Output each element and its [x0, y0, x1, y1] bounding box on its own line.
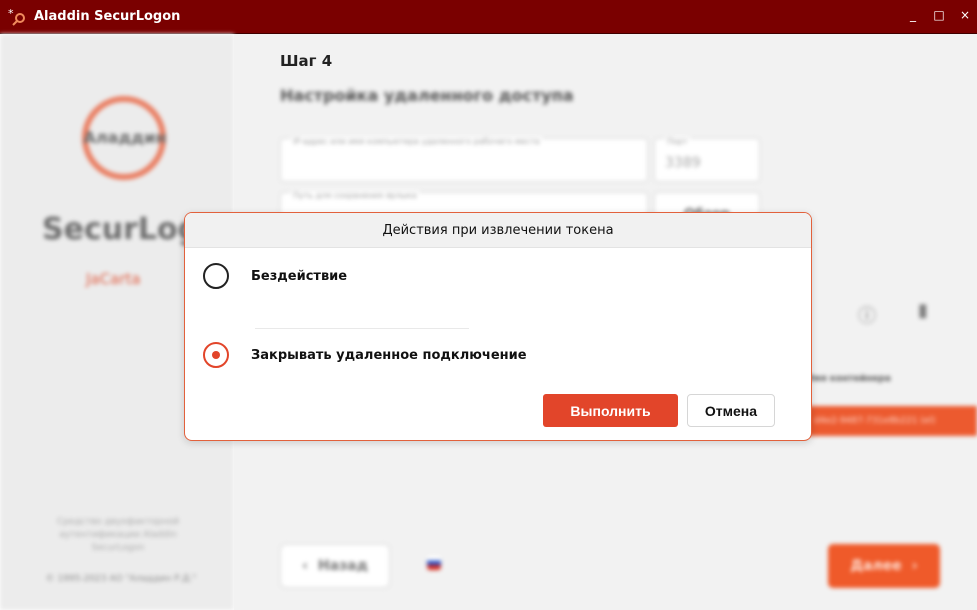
host-field-label: IP-адрес или имя компьютера удаленного р…: [291, 137, 542, 146]
dialog-title: Действия при извлечении токена: [185, 213, 811, 248]
container-column-header: Имя контейнера: [806, 374, 891, 384]
radio-selected-dot-icon: [212, 351, 220, 359]
svg-text:*: *: [8, 7, 14, 20]
back-button[interactable]: ‹ Назад: [280, 544, 390, 588]
next-button[interactable]: Далее ›: [828, 544, 940, 588]
radio-close-connection[interactable]: [203, 342, 229, 368]
option-idle-label: Бездействие: [251, 268, 348, 284]
sidebar-footer-text: Средство двухфакторной аутентификации Al…: [56, 517, 180, 553]
brand-logo-text: Аладдин: [83, 128, 167, 147]
token-removal-dialog: Действия при извлечении токена Бездейств…: [184, 212, 812, 441]
app-logo-icon: *: [8, 7, 28, 27]
token-icon[interactable]: ▮: [918, 300, 928, 321]
product-subtitle: JaCarta: [86, 270, 141, 288]
cancel-button[interactable]: Отмена: [687, 394, 775, 427]
minimize-button[interactable]: _: [907, 8, 919, 22]
chevron-left-icon: ‹: [302, 558, 308, 574]
next-button-label: Далее: [850, 558, 902, 574]
path-field-label: Путь для сохранения ярлыка: [291, 191, 419, 200]
step-title: Шаг 4: [280, 52, 333, 70]
host-field[interactable]: IP-адрес или имя компьютера удаленного р…: [280, 137, 648, 182]
page-heading: Настройка удаленного доступа: [280, 86, 574, 105]
language-flag-icon[interactable]: [427, 556, 441, 570]
option-divider: [255, 328, 469, 329]
port-field[interactable]: Порт 3389: [654, 137, 760, 182]
back-button-label: Назад: [317, 558, 368, 574]
port-field-value: 3389: [665, 155, 701, 171]
option-close-connection[interactable]: Закрывать удаленное подключение: [203, 342, 527, 368]
info-icon[interactable]: ⓘ: [858, 302, 876, 328]
option-idle[interactable]: Бездействие: [203, 263, 347, 289]
copyright: © 1995-2023 АО "Аладдин Р.Д.": [45, 574, 197, 584]
maximize-button[interactable]: □: [933, 8, 945, 22]
close-button[interactable]: ×: [959, 8, 971, 22]
title-bar: * Aladdin SecurLogon _ □ ×: [0, 0, 977, 34]
window-title: Aladdin SecurLogon: [34, 9, 181, 24]
radio-idle[interactable]: [203, 263, 229, 289]
option-close-connection-label: Закрывать удаленное подключение: [251, 347, 527, 363]
chevron-right-icon: ›: [911, 558, 918, 574]
execute-button[interactable]: Выполнить: [543, 394, 678, 427]
container-row[interactable]: d4e2-9487-731e8b221 (el): [802, 406, 977, 436]
port-field-label: Порт: [665, 137, 690, 146]
